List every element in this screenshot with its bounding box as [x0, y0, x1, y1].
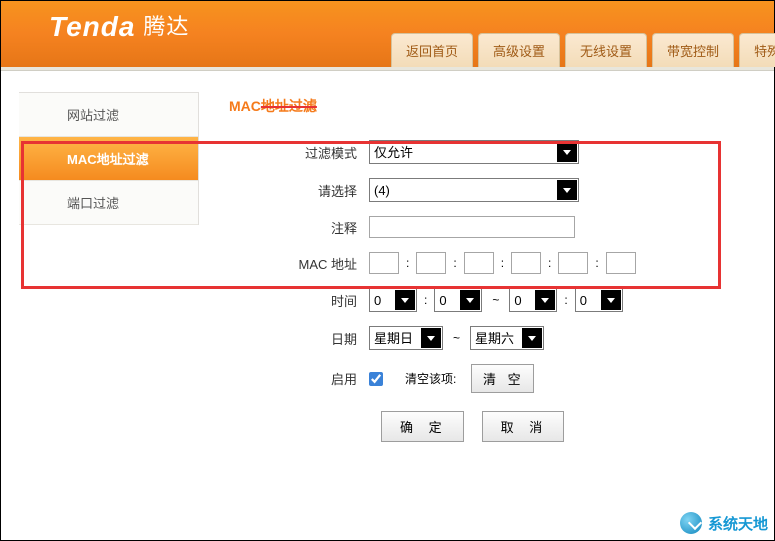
label-comment: 注释	[229, 218, 369, 237]
watermark-text: 系统天地	[708, 513, 768, 534]
input-comment[interactable]	[369, 216, 575, 238]
day-to[interactable]: 星期六	[470, 326, 544, 350]
time-from-hour[interactable]: 0	[369, 288, 417, 312]
mac-seg-1[interactable]	[369, 252, 399, 274]
mac-seg-5[interactable]	[558, 252, 588, 274]
app-header: Tenda 腾达 返回首页 高级设置 无线设置 带宽控制 特殊	[1, 1, 774, 67]
mac-seg-6[interactable]	[606, 252, 636, 274]
label-select-item: 请选择	[229, 181, 369, 200]
nav-home[interactable]: 返回首页	[391, 33, 473, 67]
mac-seg-4[interactable]	[511, 252, 541, 274]
brand-name: Tenda	[49, 11, 135, 42]
mac-seg-2[interactable]	[416, 252, 446, 274]
cancel-button[interactable]: 取 消	[482, 411, 565, 442]
select-item[interactable]: (4)	[369, 178, 579, 202]
nav-wireless[interactable]: 无线设置	[565, 33, 647, 67]
mac-seg-3[interactable]	[464, 252, 494, 274]
nav-special[interactable]: 特殊	[739, 33, 775, 67]
main-content: MAC地址过滤 过滤模式 仅允许 请选择 (4) 注释 MAC 地址 : :	[199, 72, 774, 537]
top-nav: 返回首页 高级设置 无线设置 带宽控制 特殊	[391, 33, 775, 67]
label-day: 日期	[229, 329, 369, 348]
checkbox-enable[interactable]	[369, 372, 383, 386]
page-title: MAC地址过滤	[229, 96, 774, 116]
day-from[interactable]: 星期日	[369, 326, 443, 350]
body-area: 网站过滤 MAC地址过滤 端口过滤 MAC地址过滤 过滤模式 仅允许 请选择 (…	[1, 67, 774, 537]
time-to-hour[interactable]: 0	[509, 288, 557, 312]
action-buttons: 确 定 取 消	[381, 411, 774, 442]
sidebar-item-macfilter[interactable]: MAC地址过滤	[19, 137, 198, 181]
watermark-globe-icon	[680, 512, 702, 534]
label-enable: 启用	[229, 369, 369, 388]
nav-bandwidth[interactable]: 带宽控制	[652, 33, 734, 67]
select-filter-mode[interactable]: 仅允许	[369, 140, 579, 164]
clear-button[interactable]: 清 空	[471, 364, 534, 393]
sidebar-item-portfilter[interactable]: 端口过滤	[19, 181, 198, 225]
label-clear: 清空该项:	[405, 370, 456, 387]
time-from-min[interactable]: 0	[434, 288, 482, 312]
brand-logo: Tenda 腾达	[49, 9, 189, 43]
watermark: 系统天地	[680, 512, 768, 534]
label-filter-mode: 过滤模式	[229, 143, 369, 162]
brand-sub: 腾达	[143, 14, 189, 39]
header-divider	[1, 67, 774, 71]
mac-group: : : : : :	[369, 252, 636, 274]
sidebar-item-webfilter[interactable]: 网站过滤	[19, 93, 198, 137]
time-to-min[interactable]: 0	[575, 288, 623, 312]
sidebar-wrap: 网站过滤 MAC地址过滤 端口过滤	[1, 72, 199, 537]
label-time: 时间	[229, 291, 369, 310]
ok-button[interactable]: 确 定	[381, 411, 464, 442]
nav-advanced[interactable]: 高级设置	[478, 33, 560, 67]
label-mac: MAC 地址	[229, 254, 369, 273]
sidebar: 网站过滤 MAC地址过滤 端口过滤	[19, 92, 199, 225]
